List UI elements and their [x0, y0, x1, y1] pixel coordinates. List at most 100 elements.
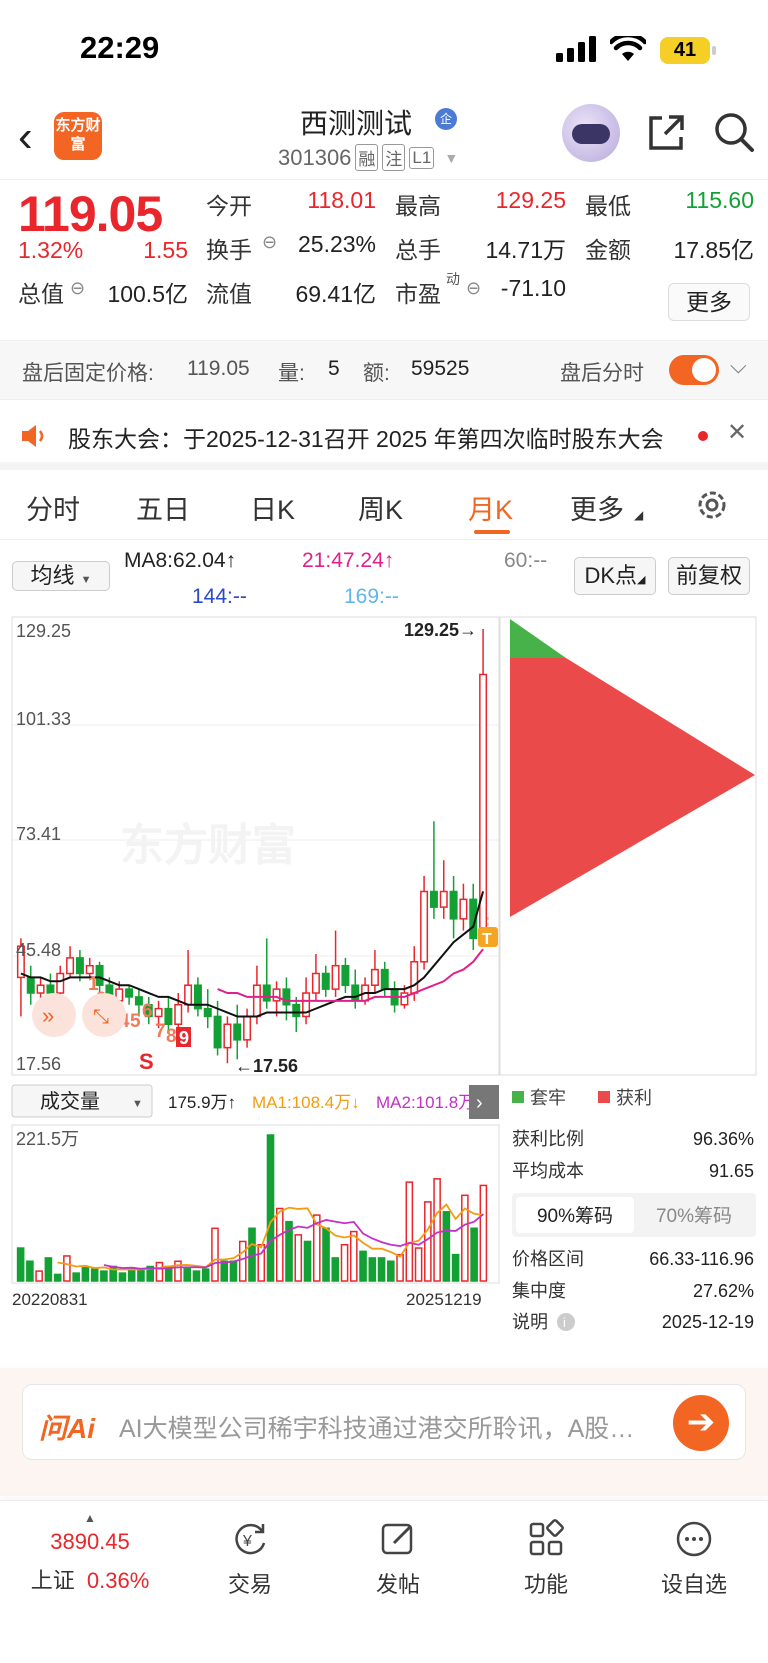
ma21-value: 21:47.24↑: [302, 549, 395, 572]
tab-chip-90-label: 90%筹码: [537, 1205, 613, 1227]
stock-code: 301306: [278, 144, 352, 170]
volume-bar: [377, 1257, 386, 1282]
volume-value: 14.71万: [485, 237, 566, 263]
volume-bar: [90, 1268, 99, 1282]
volume-bar: [368, 1257, 377, 1282]
candle-body: [321, 972, 330, 990]
candle-body: [46, 984, 55, 994]
volume-bar: [44, 1257, 53, 1282]
tab-five-day[interactable]: 五日: [136, 488, 190, 527]
volume-bar: [322, 1227, 330, 1282]
volume-bar: [137, 1268, 145, 1282]
pe-value: -71.10: [500, 275, 566, 301]
bottom-nav: ▲ 3890.45 上证 0.36% ¥ 交易 发帖 功能 设自选: [0, 1500, 768, 1663]
status-time: 22:29: [80, 30, 160, 65]
candle-body: [85, 964, 94, 975]
after-hours-amt-label: 额:: [363, 362, 390, 385]
info-icon: ⊖: [262, 232, 278, 252]
volume-bar: [396, 1253, 404, 1282]
open-value: 118.01: [307, 187, 376, 213]
pe-label: 市盈: [395, 281, 441, 307]
volume-bar: [72, 1272, 80, 1282]
ai-search-bar[interactable]: 问Ai AI大模型公司稀宇科技通过港交所聆讯，A股相关概念股 ➔: [22, 1384, 746, 1460]
stock-name[interactable]: 西测测试: [300, 102, 412, 142]
wifi-icon: [610, 36, 646, 61]
volume-next-button[interactable]: [469, 1085, 499, 1119]
dk-point-button[interactable]: DK点◢: [574, 557, 656, 595]
nine-turn-label: 5: [130, 1011, 141, 1032]
ai-assistant-avatar[interactable]: [562, 104, 620, 162]
after-hours-vol: 5: [328, 357, 340, 380]
ma-selector-label: 均线: [30, 563, 75, 588]
search-icon[interactable]: [712, 110, 756, 154]
tab-monthly-k[interactable]: 月K: [468, 488, 513, 527]
volume-ma2: MA2:101.8万: [376, 1093, 475, 1112]
gear-icon[interactable]: [693, 486, 731, 524]
volume-bar: [35, 1270, 43, 1282]
candle-body: [223, 1023, 232, 1049]
candle-body: [125, 988, 134, 998]
nav-add-watchlist[interactable]: 设自选: [634, 1519, 754, 1599]
nav-add-watchlist-label: 设自选: [660, 1572, 727, 1597]
trade-icon: ¥: [235, 1523, 266, 1555]
share-icon[interactable]: [645, 112, 687, 154]
ma8-value: MA8:62.04↑: [124, 549, 237, 572]
tab-daily-k[interactable]: 日K: [250, 488, 295, 527]
high-label: 最高: [395, 193, 441, 219]
ai-search-input[interactable]: AI大模型公司稀宇科技通过港交所聆讯，A股相关概念股: [119, 1409, 659, 1445]
ai-logo: 问Ai: [39, 1413, 96, 1444]
index-value: 3890.45: [50, 1529, 130, 1554]
kline-chart-svg[interactable]: 东方财富 129.25 101.33 73.41 45.48 17.56 129…: [0, 615, 768, 1365]
y-tick-label: 129.25: [16, 621, 71, 641]
candle-body: [203, 1007, 212, 1018]
nav-functions[interactable]: 功能: [486, 1519, 606, 1599]
nav-trade[interactable]: ¥ 交易: [190, 1519, 310, 1599]
y-tick-label: 101.33: [16, 709, 71, 729]
volume-label: 总手: [395, 237, 441, 263]
stock-header: ‹ 东方财富 西测测试 企 301306 融 注 L1 ▼: [0, 100, 768, 180]
open-label: 今开: [206, 193, 252, 219]
chevron-down-icon[interactable]: ⌵: [730, 353, 747, 379]
notice-text[interactable]: 股东大会：于2025-12-31召开 2025 年第四次临时股东大会: [68, 420, 668, 454]
back-icon[interactable]: ‹: [18, 112, 33, 162]
avg-cost-value: 91.65: [709, 1161, 754, 1181]
info-icon: ⊖: [70, 278, 86, 298]
profit-ratio-label: 获利比例: [512, 1129, 584, 1149]
volume-bar: [442, 1211, 451, 1282]
grid-icon: [529, 1519, 564, 1556]
notice-bar[interactable]: 股东大会：于2025-12-31召开 2025 年第四次临时股东大会 ✕: [0, 400, 768, 470]
index-quote[interactable]: ▲ 3890.45 上证 0.36%: [20, 1511, 160, 1595]
more-button[interactable]: 更多: [668, 283, 750, 321]
nav-post-label: 发帖: [375, 1572, 420, 1597]
ma169-value: 169:--: [344, 585, 399, 608]
volume-bar: [405, 1181, 414, 1282]
stock-code-row[interactable]: 301306 融 注 L1 ▼: [278, 144, 458, 171]
ai-submit-button[interactable]: ➔: [673, 1395, 729, 1451]
candle-body: [292, 1003, 301, 1018]
nav-post[interactable]: 发帖: [338, 1519, 458, 1599]
close-icon[interactable]: ✕: [727, 418, 747, 447]
adjust-button[interactable]: 前复权: [668, 557, 750, 595]
legend-trapped: 套牢: [530, 1088, 566, 1108]
volume-bar: [155, 1261, 164, 1282]
tab-chip-70[interactable]: 70%筹码: [656, 1205, 732, 1227]
turnover-label: 换手: [206, 237, 252, 263]
watermark-logo: 东方财富: [120, 821, 296, 870]
candle-body: [331, 964, 340, 990]
after-hours-toggle[interactable]: [669, 355, 719, 385]
tab-more[interactable]: 更多: [570, 488, 624, 527]
after-hours-timeshare-label: 盘后分时: [560, 362, 644, 385]
volume-bar: [294, 1234, 303, 1282]
ma-selector[interactable]: 均线 ▼: [12, 561, 110, 591]
kline-chart-area[interactable]: 东方财富 129.25 101.33 73.41 45.48 17.56 129…: [0, 615, 768, 1365]
candle-body: [26, 976, 35, 994]
tab-timeshare[interactable]: 分时: [26, 488, 80, 527]
change-percent: 1.32%: [18, 237, 84, 263]
candle-body: [420, 890, 429, 963]
float-label: 流值: [206, 281, 252, 307]
tab-weekly-k[interactable]: 周K: [358, 488, 403, 527]
volume-bar: [414, 1247, 423, 1282]
volume-bar: [174, 1260, 182, 1282]
after-hours-amt: 59525: [411, 357, 470, 380]
info-icon[interactable]: [557, 1313, 575, 1331]
